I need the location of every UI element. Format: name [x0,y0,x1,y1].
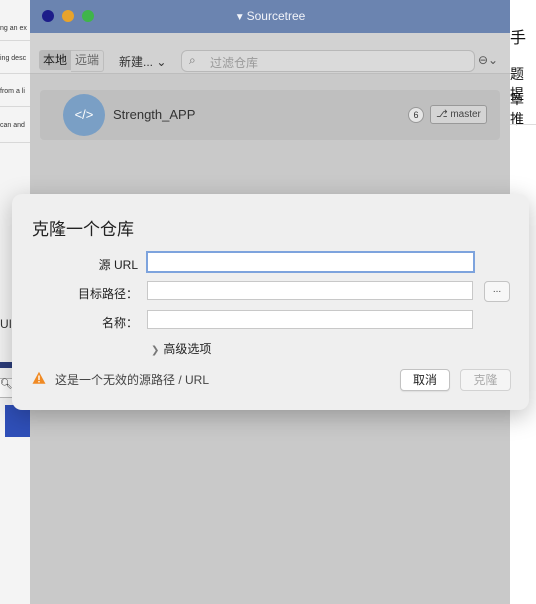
background-text: from a li [0,88,25,95]
tab-remote[interactable]: 远端 [71,50,105,72]
background-text: can and [0,122,25,129]
name-label: 名称： [101,316,138,330]
search-placeholder: 过滤仓库 [210,56,259,70]
branch-icon: ⎇ [436,109,451,120]
repo-list-item[interactable]: </> Strength_APP 6 ⎇ master [40,90,500,140]
advanced-options-toggle[interactable]: ❯ 高级选项 [151,340,211,357]
repo-branch-badge: ⎇ master [430,105,487,124]
browse-button[interactable]: ... [484,281,510,302]
background-divider [0,40,30,41]
background-text: UI [0,317,12,331]
cancel-button[interactable]: 取消 [400,369,450,391]
background-divider [0,73,30,74]
background-text: ing desc [0,55,27,62]
chevron-right-icon: ❯ [151,345,160,356]
clone-repo-dialog: 克隆一个仓库 源 URL 目标路径： ... 名称： ❯ 高级选项 这是一个无效的… [12,194,529,410]
search-icon: ⌕ [189,53,196,67]
repo-change-count-badge: 6 [408,107,424,123]
repo-scope-tabs: 本地 远端 [39,50,105,72]
code-icon: </> [63,94,105,136]
name-field[interactable] [147,310,473,329]
dest-path-field[interactable] [147,281,473,300]
clone-button[interactable]: 克隆 [460,369,511,391]
name-input[interactable] [148,311,472,329]
title-bar: ▼ Sourcetree [30,0,510,33]
new-repo-menu-button[interactable]: 新建... ⌄ [119,53,166,70]
source-url-field[interactable] [146,251,475,273]
chevron-down-icon: ⌄ [153,55,167,69]
background-divider [0,106,30,107]
source-url-label: 源 URL [98,258,138,272]
window-title: ▼ Sourcetree [234,9,306,23]
background-text: 章推 [510,91,524,127]
more-options-button[interactable]: ⊖⌄ [478,53,498,67]
background-divider [0,142,30,143]
dialog-title: 克隆一个仓库 [32,220,134,239]
source-url-input[interactable] [148,253,473,271]
repo-name: Strength_APP [113,107,196,122]
tab-local[interactable]: 本地 [39,50,72,70]
background-divider [510,124,536,125]
warning-icon [32,371,46,384]
background-text: 手 [510,30,527,47]
dest-path-label: 目标路径： [77,287,138,301]
dest-path-input[interactable] [148,282,472,300]
location-pin-icon: ▼ [234,12,245,23]
validation-message: 这是一个无效的源路径 / URL [55,373,210,387]
background-text: ng an ex [0,25,27,32]
repo-filter-input[interactable]: ⌕ 过滤仓库 [181,50,475,72]
